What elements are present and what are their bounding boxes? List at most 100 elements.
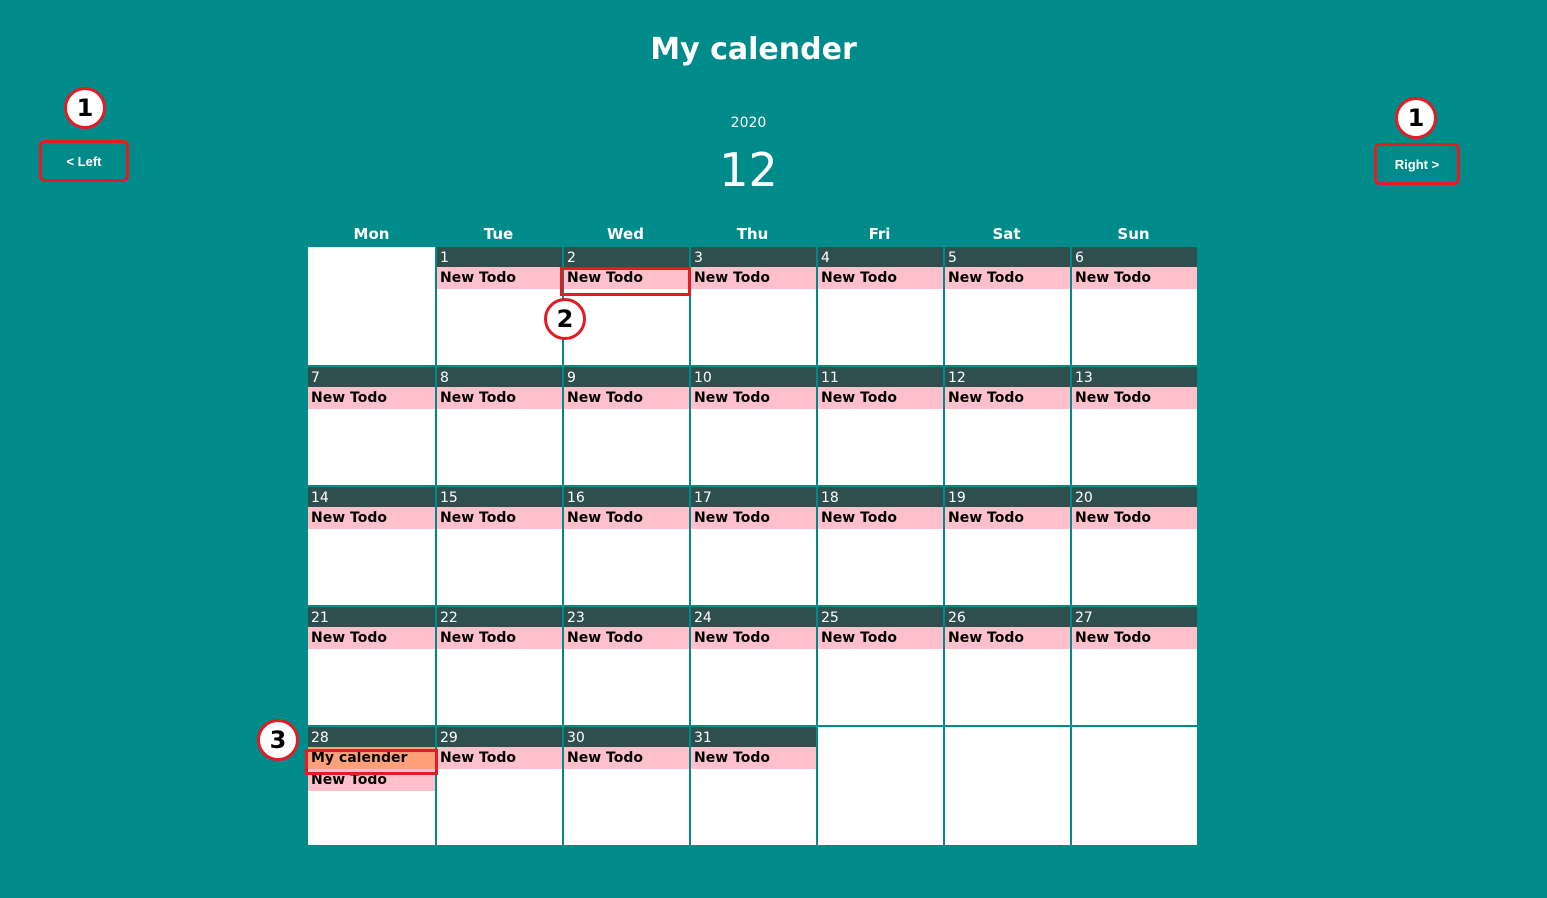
- day-number: 17: [691, 487, 816, 507]
- todo-item[interactable]: New Todo: [691, 387, 816, 409]
- day-number: 14: [308, 487, 435, 507]
- calendar-day-cell[interactable]: 21 New Todo: [308, 607, 435, 727]
- calendar-day-cell[interactable]: 20 New Todo: [1070, 487, 1197, 607]
- calendar-day-cell[interactable]: 25 New Todo: [816, 607, 943, 727]
- todo-item[interactable]: New Todo: [818, 387, 943, 409]
- todo-item[interactable]: My calender: [308, 747, 435, 769]
- calendar-day-cell[interactable]: 14 New Todo: [308, 487, 435, 607]
- calendar-day-cell[interactable]: 18 New Todo: [816, 487, 943, 607]
- todo-item[interactable]: New Todo: [1072, 387, 1197, 409]
- calendar-day-cell[interactable]: 28 My calender New Todo: [308, 727, 435, 847]
- month-label: 12: [719, 143, 778, 197]
- todo-item[interactable]: New Todo: [437, 627, 562, 649]
- todo-item[interactable]: New Todo: [691, 267, 816, 289]
- calendar-day-cell[interactable]: 1 New Todo: [435, 247, 562, 367]
- next-month-button[interactable]: Right >: [1374, 143, 1460, 185]
- calendar-day-cell[interactable]: 6 New Todo: [1070, 247, 1197, 367]
- todo-item[interactable]: New Todo: [691, 507, 816, 529]
- day-number: 6: [1072, 247, 1197, 267]
- calendar-day-cell[interactable]: 9 New Todo: [562, 367, 689, 487]
- day-number: 30: [564, 727, 689, 747]
- calendar-cell-empty: [943, 727, 1070, 847]
- weekday-wed: Wed: [607, 225, 644, 243]
- day-number: 22: [437, 607, 562, 627]
- todo-item[interactable]: New Todo: [437, 507, 562, 529]
- day-number: 24: [691, 607, 816, 627]
- calendar-day-cell[interactable]: 31 New Todo: [689, 727, 816, 847]
- todo-item[interactable]: New Todo: [564, 387, 689, 409]
- day-number: 21: [308, 607, 435, 627]
- day-number: 10: [691, 367, 816, 387]
- day-number: 1: [437, 247, 562, 267]
- day-number: 15: [437, 487, 562, 507]
- todo-item[interactable]: New Todo: [1072, 507, 1197, 529]
- weekday-mon: Mon: [353, 225, 390, 243]
- calendar-cell-empty: [816, 727, 943, 847]
- todo-item[interactable]: New Todo: [1072, 627, 1197, 649]
- todo-item[interactable]: New Todo: [945, 267, 1070, 289]
- calendar-day-cell[interactable]: 24 New Todo: [689, 607, 816, 727]
- day-number: 20: [1072, 487, 1197, 507]
- calendar-day-cell[interactable]: 3 New Todo: [689, 247, 816, 367]
- day-number: 23: [564, 607, 689, 627]
- day-number: 18: [818, 487, 943, 507]
- calendar-day-cell[interactable]: 23 New Todo: [562, 607, 689, 727]
- calendar-day-cell[interactable]: 4 New Todo: [816, 247, 943, 367]
- calendar-day-cell[interactable]: 29 New Todo: [435, 727, 562, 847]
- calendar-day-cell[interactable]: 30 New Todo: [562, 727, 689, 847]
- calendar-day-cell[interactable]: 12 New Todo: [943, 367, 1070, 487]
- prev-month-button[interactable]: < Left: [39, 140, 129, 182]
- weekday-sun: Sun: [1117, 225, 1150, 243]
- todo-item[interactable]: New Todo: [308, 627, 435, 649]
- calendar-day-cell[interactable]: 26 New Todo: [943, 607, 1070, 727]
- calendar-day-cell[interactable]: 17 New Todo: [689, 487, 816, 607]
- day-number: 9: [564, 367, 689, 387]
- calendar-day-cell[interactable]: 13 New Todo: [1070, 367, 1197, 487]
- todo-item[interactable]: New Todo: [564, 747, 689, 769]
- day-number: 5: [945, 247, 1070, 267]
- calendar-day-cell[interactable]: 11 New Todo: [816, 367, 943, 487]
- todo-item[interactable]: New Todo: [308, 387, 435, 409]
- calendar-day-cell[interactable]: 16 New Todo: [562, 487, 689, 607]
- year-label: 2020: [730, 115, 767, 131]
- todo-item[interactable]: New Todo: [818, 267, 943, 289]
- day-number: 13: [1072, 367, 1197, 387]
- todo-item[interactable]: New Todo: [437, 387, 562, 409]
- calendar-day-cell[interactable]: 22 New Todo: [435, 607, 562, 727]
- todo-item[interactable]: New Todo: [308, 507, 435, 529]
- annotation-callout-1-right: 1: [1395, 97, 1437, 139]
- day-number: 25: [818, 607, 943, 627]
- todo-item[interactable]: New Todo: [564, 627, 689, 649]
- todo-item[interactable]: New Todo: [437, 747, 562, 769]
- todo-item[interactable]: New Todo: [691, 747, 816, 769]
- calendar-day-cell[interactable]: 27 New Todo: [1070, 607, 1197, 727]
- calendar-day-cell[interactable]: 5 New Todo: [943, 247, 1070, 367]
- weekday-fri: Fri: [868, 225, 891, 243]
- todo-item[interactable]: New Todo: [308, 769, 435, 791]
- calendar-day-cell[interactable]: 7 New Todo: [308, 367, 435, 487]
- todo-item[interactable]: New Todo: [691, 627, 816, 649]
- todo-item[interactable]: New Todo: [945, 387, 1070, 409]
- todo-item[interactable]: New Todo: [818, 507, 943, 529]
- todo-item[interactable]: New Todo: [945, 627, 1070, 649]
- todo-item[interactable]: New Todo: [1072, 267, 1197, 289]
- todo-item[interactable]: New Todo: [945, 507, 1070, 529]
- day-number: 3: [691, 247, 816, 267]
- calendar-day-cell[interactable]: 15 New Todo: [435, 487, 562, 607]
- todo-item[interactable]: New Todo: [564, 267, 689, 289]
- todo-item[interactable]: New Todo: [818, 627, 943, 649]
- day-number: 19: [945, 487, 1070, 507]
- weekday-tue: Tue: [483, 225, 514, 243]
- day-number: 4: [818, 247, 943, 267]
- calendar-day-cell[interactable]: 8 New Todo: [435, 367, 562, 487]
- calendar-day-cell[interactable]: 19 New Todo: [943, 487, 1070, 607]
- weekday-thu: Thu: [736, 225, 769, 243]
- todo-item[interactable]: New Todo: [437, 267, 562, 289]
- day-number: 28: [308, 727, 435, 747]
- day-number: 31: [691, 727, 816, 747]
- day-number: 8: [437, 367, 562, 387]
- weekday-header-row: Mon Tue Wed Thu Fri Sat Sun: [308, 224, 1196, 244]
- day-number: 27: [1072, 607, 1197, 627]
- calendar-day-cell[interactable]: 10 New Todo: [689, 367, 816, 487]
- todo-item[interactable]: New Todo: [564, 507, 689, 529]
